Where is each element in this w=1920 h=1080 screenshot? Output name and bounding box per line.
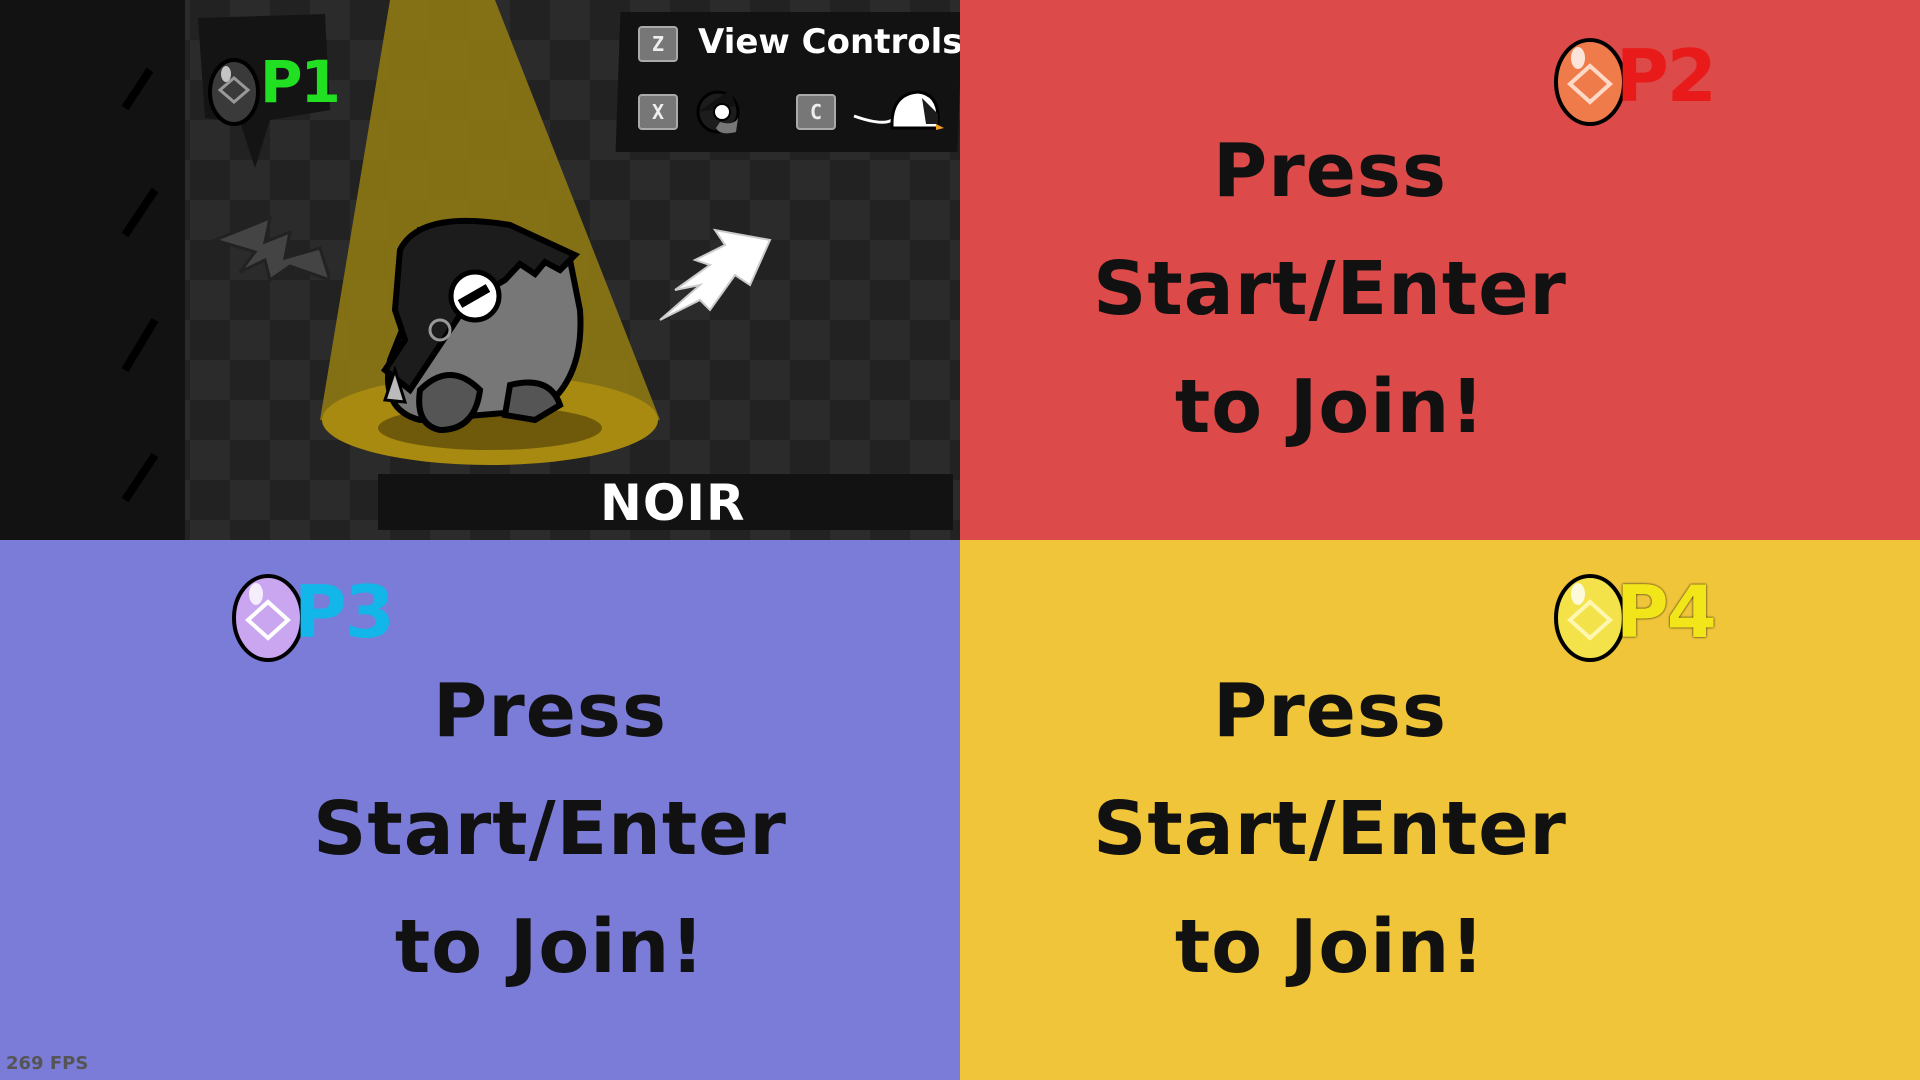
player4-panel[interactable]: P4 Press Start/Enter to Join! <box>960 540 1920 1080</box>
egg-icon <box>208 58 260 126</box>
zigzag-mark <box>121 67 154 111</box>
noir-character-sprite <box>380 217 584 434</box>
join-prompt-line1: Press Start/Enter <box>313 668 787 872</box>
join-prompt-line2: to Join! <box>1174 364 1486 450</box>
join-prompt-line1: Press Start/Enter <box>1093 668 1567 872</box>
key-z[interactable]: Z <box>638 26 678 62</box>
noir-head-icon[interactable] <box>690 82 746 138</box>
player1-badge: P1 <box>206 40 386 160</box>
lightning-left-arrow-icon[interactable] <box>210 210 330 290</box>
player1-label: P1 <box>260 48 341 116</box>
key-c[interactable]: C <box>796 94 836 130</box>
player4-label: P4 <box>1616 570 1717 654</box>
join-prompt: Press Start/Enter to Join! <box>1020 652 1640 1006</box>
player2-panel[interactable]: P2 Press Start/Enter to Join! <box>960 0 1920 540</box>
join-prompt: Press Start/Enter to Join! <box>1020 112 1640 466</box>
player2-label: P2 <box>1616 34 1717 118</box>
white-cap-icon[interactable] <box>852 84 944 140</box>
fps-counter: 269 FPS <box>6 1053 89 1074</box>
join-prompt-line1: Press Start/Enter <box>1093 128 1567 332</box>
join-prompt-line2: to Join! <box>394 904 706 990</box>
player1-panel: P1 Z View Controls X C NOIR 269 FPS <box>0 0 960 540</box>
character-name: NOIR <box>600 474 746 532</box>
player3-label: P3 <box>294 570 395 654</box>
key-x[interactable]: X <box>638 94 678 130</box>
join-prompt: Press Start/Enter to Join! <box>230 652 870 1006</box>
join-prompt-line2: to Join! <box>1174 904 1486 990</box>
lightning-right-arrow-icon[interactable] <box>655 225 775 325</box>
view-controls-label[interactable]: View Controls <box>698 22 960 62</box>
player3-panel[interactable]: P3 Press Start/Enter to Join! 269 FPS <box>0 540 960 1080</box>
